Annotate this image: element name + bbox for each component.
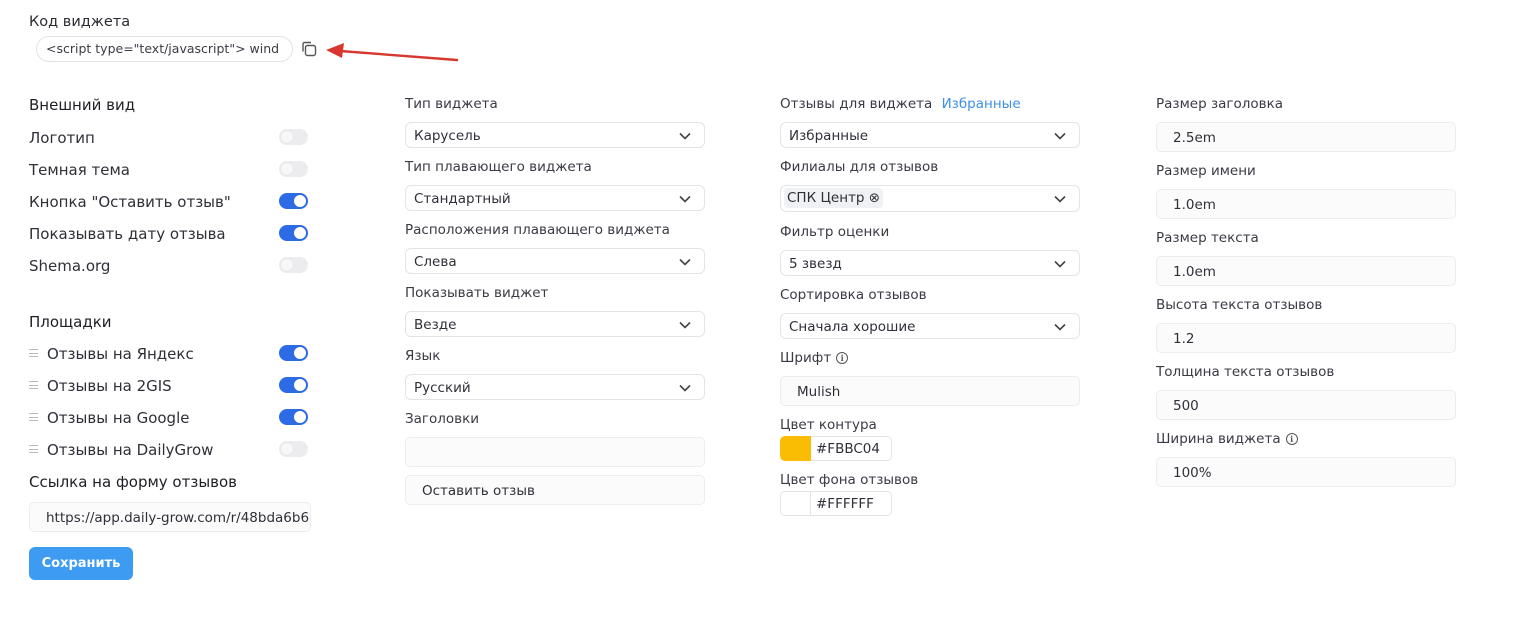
widget-type-select[interactable]: Карусель — [405, 122, 705, 148]
line-height-input[interactable]: 1.2 — [1156, 323, 1456, 353]
branches-label: Филиалы для отзывов — [780, 159, 939, 175]
name-size-input[interactable]: 1.0em — [1156, 189, 1456, 219]
widget-type-value: Карусель — [414, 128, 481, 144]
red-arrow-annotation — [322, 40, 462, 66]
chevron-down-icon — [679, 384, 691, 392]
appearance-heading: Внешний вид — [29, 96, 136, 114]
favorites-link[interactable]: Избранные — [942, 96, 1021, 112]
toggle-label-schema-org: Shema.org — [29, 257, 111, 275]
sorting-select[interactable]: Сначала хорошие — [780, 313, 1080, 339]
chevron-down-icon — [679, 321, 691, 329]
chevron-down-icon — [1054, 132, 1066, 140]
reviews-for-widget-label-text: Отзывы для виджета — [780, 96, 933, 112]
branches-select[interactable]: СПК Центр ⊗ — [780, 185, 1080, 212]
bg-color-input[interactable]: #FFFFFF — [811, 491, 892, 516]
reviews-for-widget-label: Отзывы для виджета Избранные — [780, 96, 1021, 112]
floating-position-label: Расположения плавающего виджета — [405, 222, 670, 238]
widget-width-input[interactable]: 100% — [1156, 457, 1456, 487]
chevron-down-icon — [1054, 323, 1066, 331]
toggle-label-review-button: Кнопка "Оставить отзыв" — [29, 193, 231, 211]
toggle-label-logo: Логотип — [29, 129, 95, 147]
toggle-platform-google[interactable] — [279, 409, 308, 425]
toggle-platform-dailygrow[interactable] — [279, 441, 308, 457]
toggle-platform-yandex[interactable] — [279, 345, 308, 361]
floating-position-value: Слева — [414, 254, 457, 270]
toggle-label-show-date: Показывать дату отзыва — [29, 225, 226, 243]
review-form-label: Ссылка на форму отзывов — [29, 473, 238, 491]
floating-type-value: Стандартный — [414, 191, 511, 207]
outline-color-label: Цвет контура — [780, 417, 877, 433]
toggle-review-button[interactable] — [279, 193, 308, 209]
toggle-platform-2gis[interactable] — [279, 377, 308, 393]
chevron-down-icon — [679, 132, 691, 140]
bg-color-label: Цвет фона отзывов — [780, 472, 919, 488]
show-widget-value: Везде — [414, 317, 457, 333]
floating-type-label: Тип плавающего виджета — [405, 159, 592, 175]
widget-width-label: Ширина виджета i — [1156, 431, 1298, 447]
toggle-show-date[interactable] — [279, 225, 308, 241]
toggle-label-dark-theme: Темная тема — [29, 161, 130, 179]
drag-handle-icon[interactable] — [29, 381, 38, 390]
drag-handle-icon[interactable] — [29, 413, 38, 422]
bg-color-swatch[interactable] — [780, 491, 811, 516]
outline-color-input[interactable]: #FBBC04 — [811, 436, 892, 461]
show-widget-label: Показывать виджет — [405, 285, 549, 301]
drag-handle-icon[interactable] — [29, 445, 38, 454]
chevron-down-icon — [679, 195, 691, 203]
platform-label-dailygrow: Отзывы на DailyGrow — [47, 441, 214, 459]
rating-filter-value: 5 звезд — [789, 256, 842, 272]
widget-code-field[interactable]: <script type="text/javascript"> wind — [36, 36, 293, 62]
font-label: Шрифт i — [780, 350, 849, 366]
drag-handle-icon[interactable] — [29, 349, 38, 358]
name-size-label: Размер имени — [1156, 163, 1256, 179]
heading-size-input[interactable]: 2.5em — [1156, 122, 1456, 152]
toggle-dark-theme[interactable] — [279, 161, 308, 177]
platforms-heading: Площадки — [29, 313, 112, 331]
save-button[interactable]: Сохранить — [29, 547, 133, 580]
font-weight-label: Толщина текста отзывов — [1156, 364, 1335, 380]
headings-label: Заголовки — [405, 411, 480, 427]
platform-label-2gis: Отзывы на 2GIS — [47, 377, 172, 395]
floating-position-select[interactable]: Слева — [405, 248, 705, 274]
info-icon[interactable]: i — [1285, 433, 1298, 445]
review-form-url-field[interactable]: https://app.daily-grow.com/r/48bda6b6 — [29, 502, 311, 532]
widget-type-label: Тип виджета — [405, 96, 498, 112]
font-weight-input[interactable]: 500 — [1156, 390, 1456, 420]
chevron-down-icon — [679, 258, 691, 266]
language-value: Русский — [414, 380, 471, 396]
headings-input[interactable] — [405, 437, 705, 467]
language-select[interactable]: Русский — [405, 374, 705, 400]
copy-icon[interactable] — [299, 39, 319, 59]
reviews-for-widget-value: Избранные — [789, 128, 869, 144]
widget-width-label-text: Ширина виджета — [1156, 431, 1281, 447]
show-widget-select[interactable]: Везде — [405, 311, 705, 337]
info-icon[interactable]: i — [836, 352, 849, 364]
platform-label-yandex: Отзывы на Яндекс — [47, 345, 194, 363]
toggle-logo[interactable] — [279, 129, 308, 145]
chevron-down-icon — [1054, 260, 1066, 268]
toggle-schema-org[interactable] — [279, 257, 308, 273]
rating-filter-select[interactable]: 5 звезд — [780, 250, 1080, 276]
review-button-text-input[interactable]: Оставить отзыв — [405, 475, 705, 505]
sorting-label: Сортировка отзывов — [780, 287, 927, 303]
language-label: Язык — [405, 348, 441, 364]
text-size-input[interactable]: 1.0em — [1156, 256, 1456, 286]
heading-size-label: Размер заголовка — [1156, 96, 1284, 112]
reviews-for-widget-select[interactable]: Избранные — [780, 122, 1080, 148]
text-size-label: Размер текста — [1156, 230, 1259, 246]
line-height-label: Высота текста отзывов — [1156, 297, 1323, 313]
sorting-value: Сначала хорошие — [789, 319, 916, 335]
font-label-text: Шрифт — [780, 350, 832, 366]
outline-color-swatch[interactable] — [780, 436, 811, 461]
rating-filter-label: Фильтр оценки — [780, 224, 890, 240]
branch-tag[interactable]: СПК Центр ⊗ — [784, 188, 884, 208]
widget-code-label: Код виджета — [29, 14, 131, 30]
font-input[interactable]: Mulish — [780, 376, 1080, 406]
floating-type-select[interactable]: Стандартный — [405, 185, 705, 211]
platform-label-google: Отзывы на Google — [47, 409, 190, 427]
chevron-down-icon — [1054, 195, 1066, 203]
